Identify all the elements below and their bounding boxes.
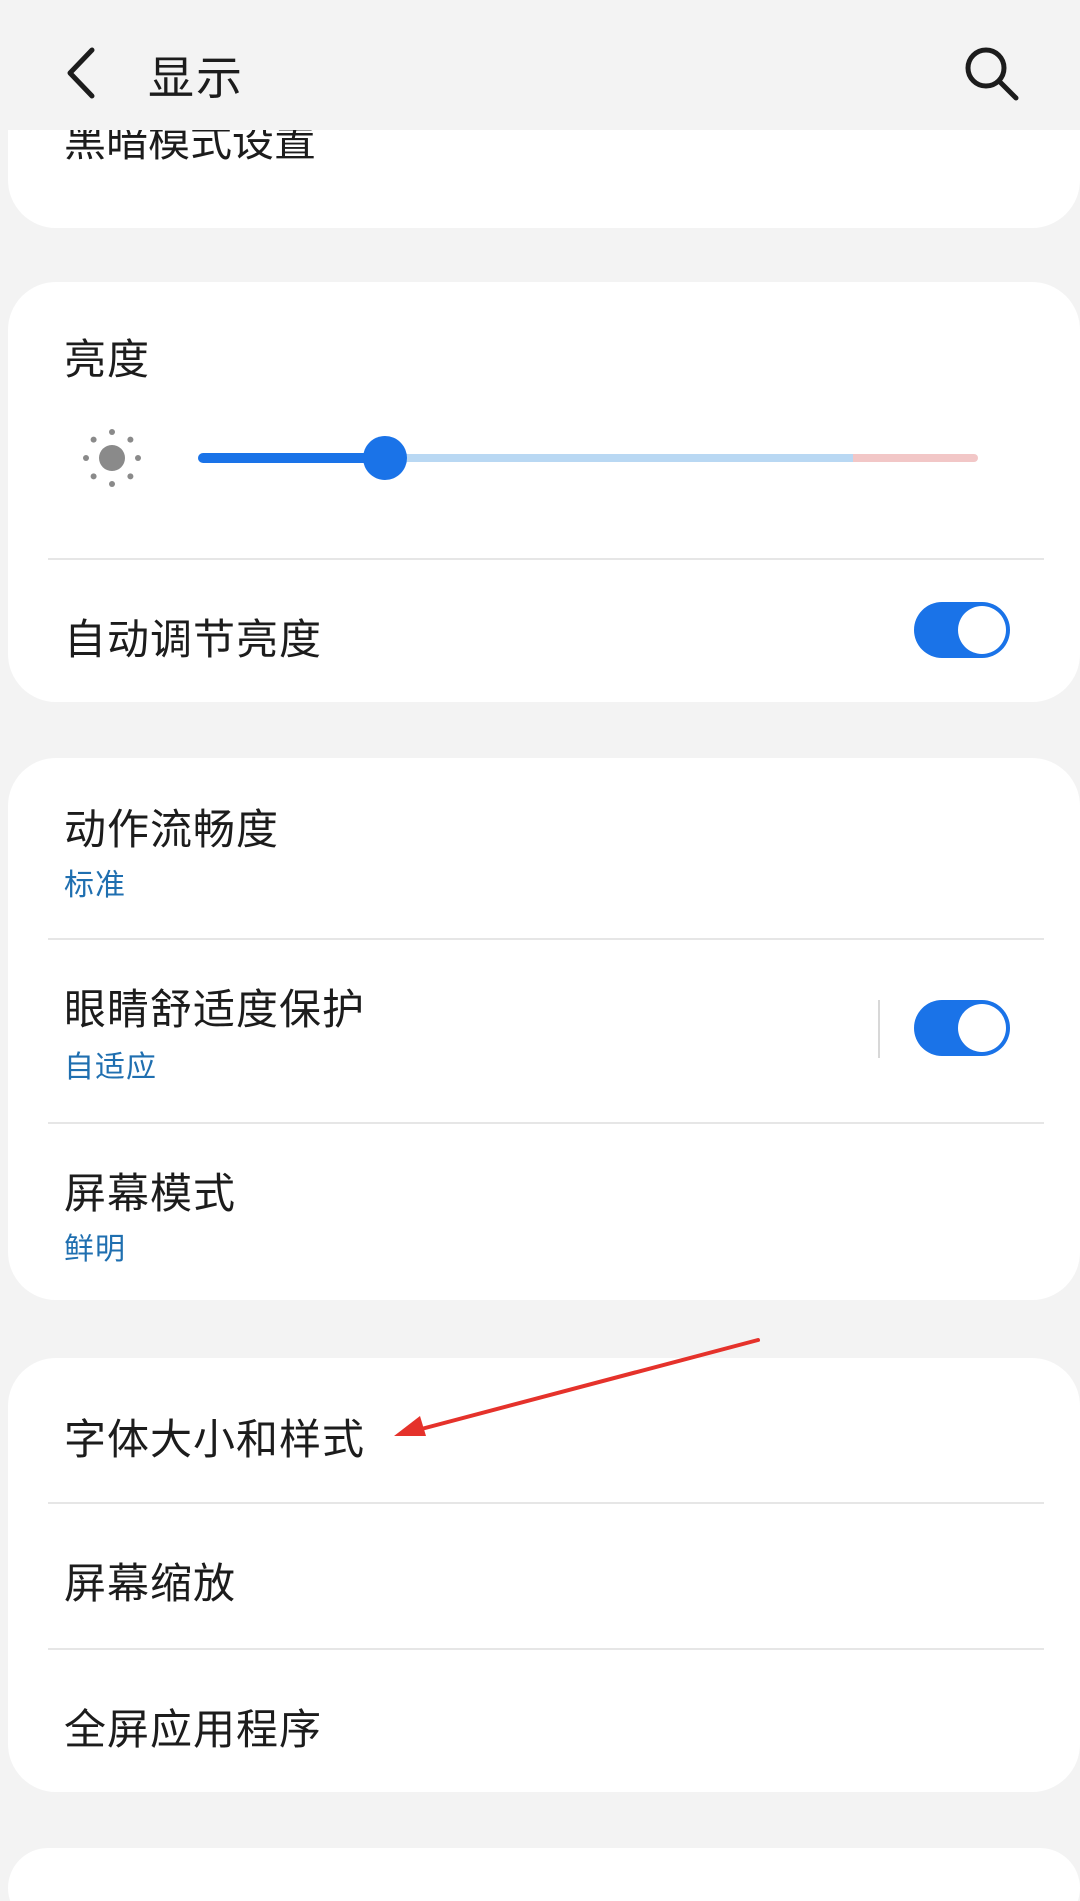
sun-icon (83, 429, 141, 487)
eye-comfort-toggle[interactable] (914, 1000, 1010, 1056)
divider (48, 1648, 1044, 1650)
eye-comfort-value: 自适应 (64, 1050, 157, 1085)
screen-mode-label: 屏幕模式 (64, 1169, 237, 1218)
top-app-bar: 显示 (0, 0, 1080, 150)
brightness-card: 亮度 自动调节亮度 (8, 282, 1080, 702)
display-options-card: 动作流畅度 标准 眼睛舒适度保护 自适应 屏幕模式 鲜明 (8, 758, 1080, 1300)
divider (48, 1502, 1044, 1504)
toggle-knob (958, 606, 1006, 654)
toggle-knob (958, 1004, 1006, 1052)
vertical-separator (878, 1000, 880, 1058)
screen-mode-value: 鲜明 (64, 1232, 126, 1267)
brightness-title: 亮度 (64, 335, 151, 384)
motion-smoothness-label: 动作流畅度 (64, 805, 280, 854)
screen-zoom-item[interactable]: 屏幕缩放 (64, 1550, 236, 1611)
brightness-slider[interactable] (198, 436, 978, 480)
auto-brightness-toggle[interactable] (914, 602, 1010, 658)
full-screen-apps-item[interactable]: 全屏应用程序 (64, 1696, 322, 1757)
motion-smoothness-value: 标准 (64, 868, 126, 903)
eye-comfort-label: 眼睛舒适度保护 (64, 985, 366, 1034)
page-title: 显示 (148, 51, 244, 105)
annotation-arrow (394, 1338, 760, 1436)
dark-mode-settings-item[interactable]: 黑暗模式设置 (8, 130, 1080, 228)
divider (48, 938, 1044, 940)
chevron-left-icon[interactable] (50, 38, 120, 108)
divider (48, 558, 1044, 560)
font-size-style-item[interactable]: 字体大小和样式 (64, 1406, 365, 1467)
display-settings-screen: 显示 黑暗模式设置 亮度 自动调节亮度 动作流畅度 标准 眼睛舒适度保护 自适应… (0, 0, 1080, 1901)
brightness-slider-fill (198, 453, 385, 463)
search-icon[interactable] (960, 42, 1022, 104)
brightness-slider-thumb[interactable] (363, 436, 407, 480)
auto-brightness-label: 自动调节亮度 (64, 615, 323, 664)
dark-mode-settings-label: 黑暗模式设置 (64, 130, 317, 166)
divider (48, 1122, 1044, 1124)
next-settings-card (8, 1848, 1080, 1901)
